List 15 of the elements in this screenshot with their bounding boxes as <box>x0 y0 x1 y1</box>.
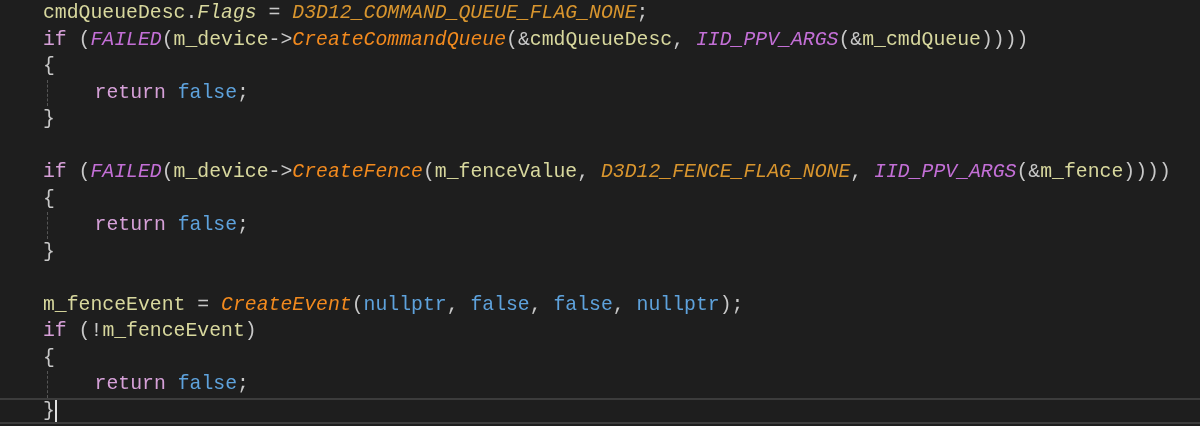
code-line: { <box>43 54 55 79</box>
code-line: { <box>43 186 55 212</box>
text-caret <box>54 399 57 422</box>
code-line: if (FAILED(m_device->CreateCommandQueue(&cmdQueueDesc, IID_PPV_ARGS(&m_cmdQueue)))) <box>43 27 1029 53</box>
code-line: m_fenceEvent = CreateEvent(nullptr, false, false, nullptr); <box>43 292 744 318</box>
code-line: } <box>43 107 55 132</box>
code-line: if (FAILED(m_device->CreateFence(m_fenceValue, D3D12_FENCE_FLAG_NONE, IID_PPV_ARGS(&m_fence)))) <box>43 160 1171 185</box>
code-line: } <box>43 398 55 424</box>
code-line: return false; <box>94 372 249 397</box>
code-line: if (!m_fenceEvent) <box>43 319 257 344</box>
code-line: } <box>43 239 55 265</box>
code-line: cmdQueueDesc.Flags = D3D12_COMMAND_QUEUE_FLAG_NONE; <box>43 1 649 26</box>
code-line: return false; <box>94 80 249 106</box>
code-line: return false; <box>94 213 249 238</box>
code-line: { <box>43 345 55 371</box>
